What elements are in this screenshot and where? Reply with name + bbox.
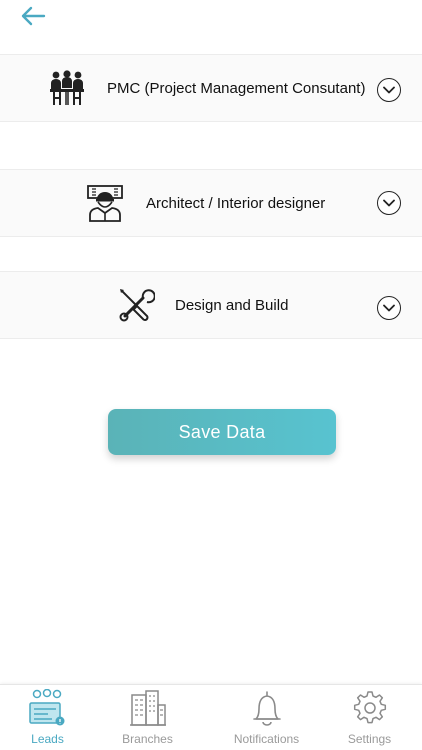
- tab-label: Notifications: [233, 732, 300, 746]
- tab-notifications[interactable]: Notifications: [214, 685, 319, 750]
- category-label: Design and Build: [175, 297, 289, 314]
- tab-settings[interactable]: Settings: [317, 685, 422, 750]
- expand-architect-button[interactable]: [377, 191, 401, 215]
- tab-label: Branches: [122, 732, 173, 746]
- leads-icon: [29, 689, 65, 726]
- category-pmc[interactable]: PMC (Project Management Consutant): [0, 54, 422, 122]
- expand-design-build-button[interactable]: [377, 296, 401, 320]
- bell-icon: [253, 691, 281, 726]
- tab-branches[interactable]: Branches: [95, 685, 200, 750]
- category-label: Architect / Interior designer: [146, 195, 326, 212]
- tab-label: Leads: [31, 732, 64, 746]
- gear-icon: [353, 691, 387, 724]
- tab-leads[interactable]: Leads: [0, 685, 105, 750]
- architect-worker-icon: [87, 185, 123, 222]
- expand-pmc-button[interactable]: [377, 78, 401, 102]
- chevron-down-icon: [383, 86, 395, 94]
- wrench-screwdriver-icon: [119, 289, 155, 322]
- back-button[interactable]: [18, 4, 48, 28]
- chevron-down-icon: [383, 199, 395, 207]
- meeting-people-icon: [50, 70, 84, 105]
- category-architect[interactable]: Architect / Interior designer: [0, 169, 422, 237]
- tab-label: Settings: [347, 732, 392, 746]
- arrow-left-icon: [21, 6, 46, 26]
- buildings-icon: [130, 690, 166, 726]
- category-label: PMC (Project Management Consutant): [107, 80, 366, 97]
- bottom-tab-bar: Leads Branches Notifications Settings: [0, 684, 422, 750]
- category-design-build[interactable]: Design and Build: [0, 271, 422, 339]
- save-data-button[interactable]: Save Data: [108, 409, 336, 455]
- chevron-down-icon: [383, 304, 395, 312]
